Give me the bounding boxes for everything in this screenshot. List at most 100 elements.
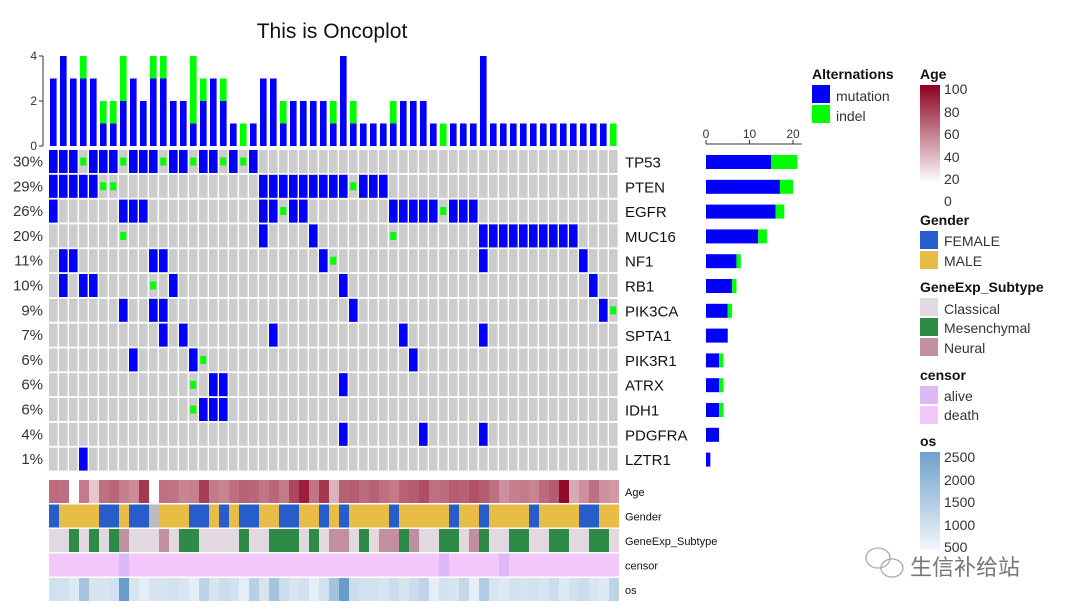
mutation-cell: [479, 323, 488, 347]
subtype-cell: [119, 529, 129, 552]
matrix-cell-bg: [419, 174, 428, 198]
matrix-cell-bg: [129, 373, 138, 397]
matrix-cell-bg: [119, 348, 128, 372]
right-bar-tick-label: 0: [703, 127, 710, 141]
age-cell: [369, 480, 379, 503]
matrix-cell-bg: [519, 447, 528, 471]
mutation-cell: [229, 150, 238, 173]
age-cell: [179, 480, 189, 503]
mutation-cell: [69, 150, 78, 173]
age-cell: [159, 480, 169, 503]
matrix-cell-bg: [589, 447, 598, 471]
matrix-cell-bg: [589, 348, 598, 372]
matrix-cell-bg: [569, 422, 578, 446]
censor-cell: [99, 553, 109, 577]
matrix-cell-bg: [139, 422, 148, 446]
censor-cell: [479, 553, 489, 577]
mutation-cell: [409, 348, 418, 372]
censor-cell: [389, 553, 399, 577]
matrix-cell-bg: [319, 298, 328, 322]
age-cell: [409, 480, 419, 503]
mutation-cell: [259, 199, 268, 223]
matrix-cell-bg: [269, 398, 278, 421]
matrix-cell-bg: [179, 373, 188, 397]
matrix-cell-bg: [179, 174, 188, 198]
subtype-cell: [339, 529, 349, 552]
annotation-label: censor: [625, 561, 658, 573]
censor-cell: [439, 553, 449, 577]
age-cell: [359, 480, 369, 503]
matrix-cell-bg: [69, 447, 78, 471]
os-cell: [269, 578, 279, 601]
matrix-cell-bg: [589, 224, 598, 248]
matrix-cell-bg: [499, 323, 508, 347]
matrix-cell-bg: [519, 249, 528, 273]
matrix-cell-bg: [239, 447, 248, 471]
top-bar-mutation: [130, 78, 137, 146]
censor-cell: [349, 553, 359, 577]
mutation-cell: [459, 199, 468, 223]
subtype-cell: [439, 529, 449, 552]
os-cell: [599, 578, 609, 601]
mutation-cell: [89, 274, 98, 297]
gender-cell: [99, 504, 109, 528]
matrix-cell-bg: [199, 174, 208, 198]
matrix-cell-bg: [409, 298, 418, 322]
legend-subtype-title: GeneExp_Subtype: [920, 279, 1044, 295]
top-bar-indel: [200, 78, 207, 101]
matrix-cell-bg: [129, 249, 138, 273]
gender-cell: [289, 504, 299, 528]
mutation-cell: [159, 323, 168, 347]
matrix-cell-bg: [459, 323, 468, 347]
subtype-cell: [229, 529, 239, 552]
matrix-cell-bg: [569, 199, 578, 223]
matrix-cell-bg: [199, 323, 208, 347]
top-bar-mutation: [160, 78, 167, 146]
matrix-cell-bg: [569, 249, 578, 273]
matrix-cell-bg: [279, 150, 288, 173]
matrix-cell-bg: [159, 373, 168, 397]
matrix-cell-bg: [169, 398, 178, 421]
matrix-cell-bg: [459, 298, 468, 322]
gender-cell: [309, 504, 319, 528]
matrix-cell-bg: [539, 174, 548, 198]
age-cell: [249, 480, 259, 503]
matrix-cell-bg: [99, 447, 108, 471]
matrix-cell-bg: [529, 274, 538, 297]
mutation-cell: [79, 447, 88, 471]
os-cell: [449, 578, 459, 601]
top-bar-mutation: [270, 78, 277, 146]
matrix-cell-bg: [379, 224, 388, 248]
subtype-cell: [209, 529, 219, 552]
matrix-cell-bg: [539, 398, 548, 421]
os-cell: [349, 578, 359, 601]
matrix-cell-bg: [519, 150, 528, 173]
matrix-cell-bg: [499, 249, 508, 273]
top-bar-mutation: [490, 123, 497, 146]
os-cell: [289, 578, 299, 601]
matrix-cell-bg: [529, 174, 538, 198]
matrix-cell-bg: [329, 150, 338, 173]
matrix-cell-bg: [559, 348, 568, 372]
matrix-cell-bg: [189, 174, 198, 198]
subtype-cell: [49, 529, 59, 552]
matrix-cell-bg: [489, 422, 498, 446]
age-cell: [329, 480, 339, 503]
subtype-cell: [519, 529, 529, 552]
matrix-cell-bg: [139, 249, 148, 273]
matrix-cell-bg: [309, 274, 318, 297]
matrix-cell-bg: [599, 249, 608, 273]
censor-cell: [89, 553, 99, 577]
mutation-cell: [69, 174, 78, 198]
legend-alive-swatch: [920, 386, 938, 404]
matrix-cell-bg: [359, 323, 368, 347]
matrix-cell-bg: [519, 398, 528, 421]
subtype-cell: [169, 529, 179, 552]
matrix-cell-bg: [479, 447, 488, 471]
censor-cell: [339, 553, 349, 577]
matrix-cell-bg: [289, 373, 298, 397]
matrix-cell-bg: [499, 398, 508, 421]
subtype-cell: [69, 529, 79, 552]
os-cell: [389, 578, 399, 601]
indel-cell: [120, 157, 127, 166]
